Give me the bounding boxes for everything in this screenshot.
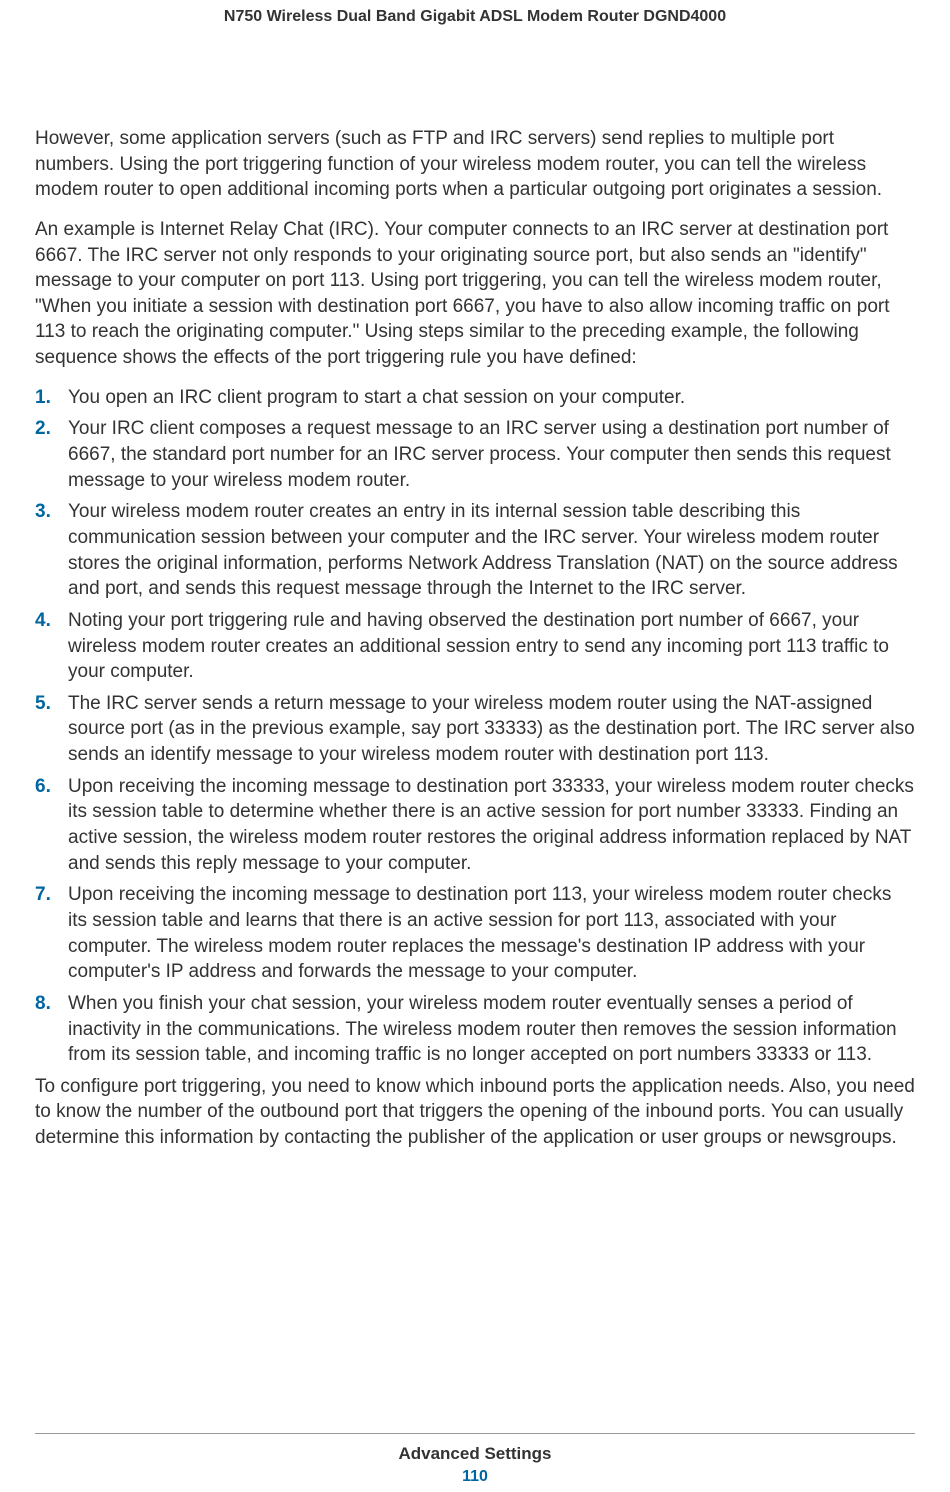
list-item: The IRC server sends a return message to… xyxy=(35,691,915,768)
page-content: However, some application servers (such … xyxy=(0,26,950,1151)
header-title: N750 Wireless Dual Band Gigabit ADSL Mod… xyxy=(224,8,726,25)
list-item: Your wireless modem router creates an en… xyxy=(35,499,915,602)
footer-page-number: 110 xyxy=(0,1468,950,1492)
list-item-text: Upon receiving the incoming message to d… xyxy=(68,776,914,874)
list-item: Noting your port triggering rule and hav… xyxy=(35,608,915,685)
footer-divider xyxy=(35,1433,915,1434)
list-item-text: Your wireless modem router creates an en… xyxy=(68,501,898,599)
list-item-text: Your IRC client composes a request messa… xyxy=(68,418,891,490)
list-item: Upon receiving the incoming message to d… xyxy=(35,774,915,877)
page-header: N750 Wireless Dual Band Gigabit ADSL Mod… xyxy=(0,0,950,26)
list-item: You open an IRC client program to start … xyxy=(35,385,915,411)
paragraph-intro-1: However, some application servers (such … xyxy=(35,126,915,203)
paragraph-outro: To configure port triggering, you need t… xyxy=(35,1074,915,1151)
list-item-text: When you finish your chat session, your … xyxy=(68,993,897,1065)
list-item-text: You open an IRC client program to start … xyxy=(68,387,685,408)
list-item-text: Upon receiving the incoming message to d… xyxy=(68,884,891,982)
steps-list: You open an IRC client program to start … xyxy=(35,385,915,1068)
list-item: Your IRC client composes a request messa… xyxy=(35,416,915,493)
list-item-text: The IRC server sends a return message to… xyxy=(68,693,915,765)
list-item: Upon receiving the incoming message to d… xyxy=(35,882,915,985)
list-item: When you finish your chat session, your … xyxy=(35,991,915,1068)
footer-section-title: Advanced Settings xyxy=(0,1444,950,1464)
page-footer: Advanced Settings 110 xyxy=(0,1433,950,1492)
list-item-text: Noting your port triggering rule and hav… xyxy=(68,610,889,682)
paragraph-intro-2: An example is Internet Relay Chat (IRC).… xyxy=(35,217,915,371)
